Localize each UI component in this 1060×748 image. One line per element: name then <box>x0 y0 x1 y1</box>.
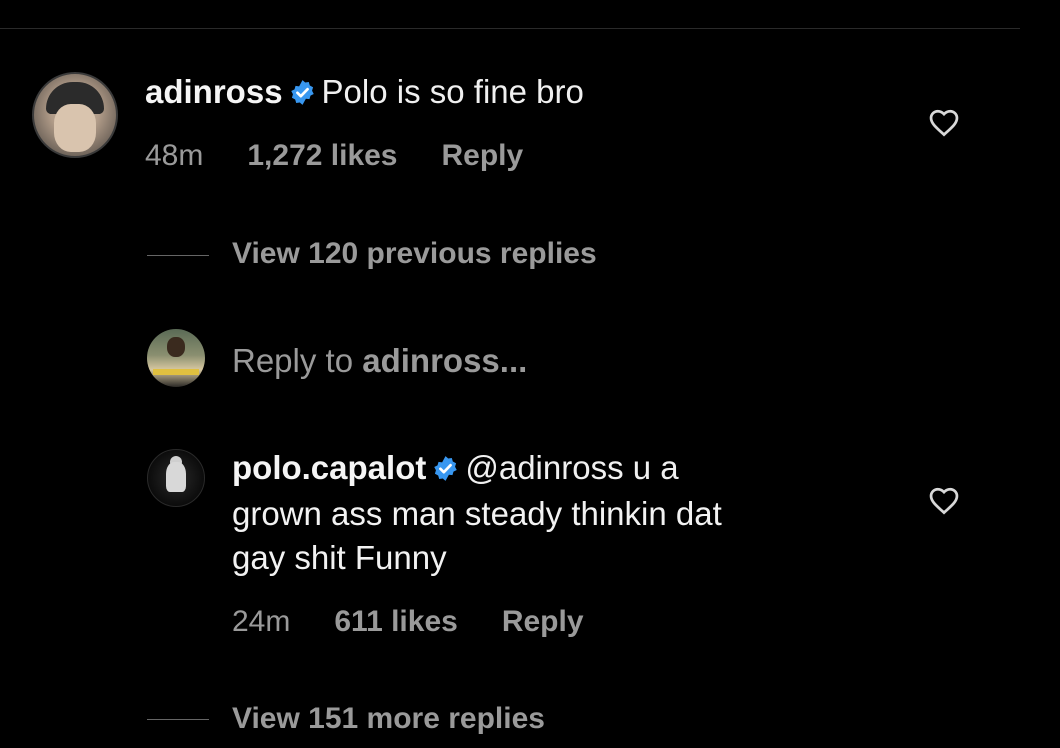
thread-dash <box>147 719 209 720</box>
comment-text: Polo is so fine bro <box>321 73 584 110</box>
reply-reply-button[interactable]: Reply <box>502 605 584 638</box>
comment-meta: 48m 1,272 likes Reply <box>145 138 567 174</box>
verified-badge-icon <box>290 80 314 105</box>
reply-line-1: polo.capalot @adinross u a <box>232 448 679 488</box>
reply-text-line1: u a <box>623 449 679 486</box>
reply-prompt-prefix: Reply to <box>232 342 363 379</box>
comment-likes[interactable]: 1,272 likes <box>247 139 397 172</box>
avatar-polo-capalot[interactable] <box>147 449 205 507</box>
comment-time: 48m <box>145 139 204 172</box>
reply-text-line2: grown ass man steady thinkin dat <box>232 495 722 532</box>
thread-dash <box>147 255 209 256</box>
reply-text-line3: gay shit Funny <box>232 539 447 576</box>
reply-input[interactable]: Reply to adinross... <box>232 341 527 381</box>
reply-likes[interactable]: 611 likes <box>334 605 457 638</box>
reply-meta: 24m 611 likes Reply <box>232 604 628 640</box>
comment-username[interactable]: adinross <box>145 73 283 110</box>
top-divider <box>0 28 1020 29</box>
reply-mention[interactable]: @adinross <box>465 449 623 486</box>
avatar-adinross[interactable] <box>32 72 118 158</box>
reply-username[interactable]: polo.capalot <box>232 449 426 486</box>
view-more-replies-link[interactable]: View 151 more replies <box>232 701 545 737</box>
verified-badge-icon <box>434 456 458 481</box>
view-previous-replies-link[interactable]: View 120 previous replies <box>232 236 597 272</box>
reply-time: 24m <box>232 605 291 638</box>
comment-reply-button[interactable]: Reply <box>442 139 524 172</box>
current-user-avatar <box>147 329 205 387</box>
comment-main-line: adinross Polo is so fine bro <box>145 72 584 112</box>
heart-icon[interactable] <box>927 485 961 515</box>
heart-icon[interactable] <box>927 107 961 137</box>
reply-prompt-target: adinross... <box>362 342 528 379</box>
